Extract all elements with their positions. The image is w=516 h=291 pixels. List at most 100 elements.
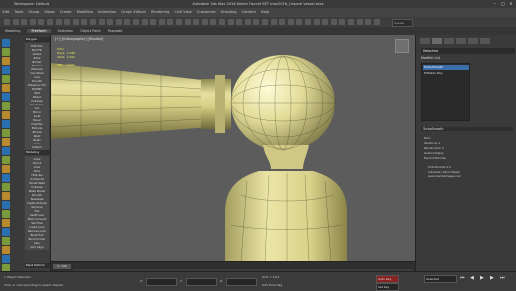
- menu-item[interactable]: Create: [60, 10, 72, 14]
- display-tab-icon[interactable]: [468, 38, 478, 44]
- selection-set-dropdown[interactable]: Create Selection Se: [392, 19, 413, 37]
- toolbar-tool-icon[interactable]: [322, 19, 329, 25]
- command-icon[interactable]: [2, 48, 10, 56]
- prev-frame-icon[interactable]: ◀: [470, 275, 474, 281]
- toolbar-tool-icon[interactable]: [305, 19, 311, 25]
- command-icon[interactable]: [2, 219, 10, 227]
- menu-item[interactable]: Help: [261, 10, 269, 14]
- toolbar-tool-icon[interactable]: [219, 19, 225, 25]
- menu-item[interactable]: Rendering: [151, 10, 169, 14]
- auto-key-button[interactable]: Auto Key: [376, 275, 399, 283]
- toolbar-tool-icon[interactable]: [193, 19, 200, 25]
- hierarchy-tab-icon[interactable]: [444, 38, 454, 44]
- toolbar-tool-icon[interactable]: [373, 19, 380, 25]
- key-filter-dropdown[interactable]: Selected: [424, 275, 457, 283]
- time-slider[interactable]: 0 / 100: [53, 264, 71, 269]
- toolbar-tool-icon[interactable]: [47, 19, 53, 25]
- toolbar-tool-icon[interactable]: [167, 19, 174, 25]
- toolbar-tool-icon[interactable]: [124, 19, 131, 25]
- toolbar-tool-icon[interactable]: [150, 19, 157, 25]
- toolbar-tool-icon[interactable]: [29, 19, 36, 25]
- toolbar-tool-icon[interactable]: [64, 19, 71, 25]
- command-icon[interactable]: [2, 165, 10, 173]
- menu-item[interactable]: Animation: [98, 10, 116, 14]
- param-row[interactable]: Render Iters: 0: [424, 146, 444, 150]
- command-icon[interactable]: [2, 210, 10, 218]
- object-name-field[interactable]: Detached: [421, 48, 515, 54]
- param-row[interactable]: Isoline Display: [424, 151, 443, 155]
- close-icon[interactable]: ✕: [508, 1, 514, 6]
- command-icon[interactable]: [2, 255, 10, 263]
- command-icon[interactable]: [2, 129, 10, 137]
- command-icon[interactable]: [2, 228, 10, 236]
- command-icon[interactable]: [2, 102, 10, 110]
- utilities-tab-icon[interactable]: [480, 38, 490, 44]
- menu-item[interactable]: Modifiers: [77, 10, 93, 14]
- toolbar-tool-icon[interactable]: [270, 19, 277, 25]
- command-icon[interactable]: [2, 156, 10, 164]
- toolbar-tool-icon[interactable]: [227, 19, 234, 25]
- toolbar-tool-icon[interactable]: [107, 19, 114, 25]
- command-icon[interactable]: [2, 183, 10, 191]
- add-time-tag-button[interactable]: Add Time Tag: [262, 283, 282, 287]
- toolbar-tool-icon[interactable]: [72, 19, 79, 25]
- command-icon[interactable]: [2, 201, 10, 209]
- maximize-icon[interactable]: □: [500, 1, 506, 6]
- modifier-stack-item[interactable]: TurboSmooth: [423, 65, 469, 70]
- toolbar-tool-icon[interactable]: [330, 19, 337, 25]
- panel-header[interactable]: Modeling: [25, 150, 50, 156]
- menu-item[interactable]: Customize: [197, 10, 216, 14]
- toolbar-tool-icon[interactable]: [158, 19, 165, 25]
- ribbon-tab[interactable]: Modeling: [5, 29, 20, 33]
- toolbar-tool-icon[interactable]: [348, 19, 354, 25]
- command-icon[interactable]: [2, 246, 10, 254]
- param-row[interactable]: Iterations: 1: [424, 141, 440, 145]
- toolbar-tool-icon[interactable]: [141, 19, 148, 25]
- command-icon[interactable]: [2, 147, 10, 155]
- next-frame-icon[interactable]: ▶: [490, 275, 494, 281]
- command-icon[interactable]: [2, 138, 10, 146]
- toolbar-tool-icon[interactable]: [262, 19, 268, 25]
- ribbon-tab[interactable]: Object Paint: [80, 29, 101, 33]
- toolbar-tool-icon[interactable]: [365, 19, 372, 25]
- toolbar-tool-icon[interactable]: [176, 19, 182, 25]
- modifier-stack[interactable]: TurboSmooth Editable Poly: [421, 63, 470, 121]
- modeling-tool-button[interactable]: Grid Align: [25, 244, 49, 251]
- toolbar-tool-icon[interactable]: [184, 19, 191, 25]
- menu-item[interactable]: Scripting: [221, 10, 237, 14]
- modify-tab-icon[interactable]: [432, 38, 442, 44]
- toolbar-tool-icon[interactable]: [287, 19, 294, 25]
- ribbon-tab[interactable]: Populate: [108, 29, 123, 33]
- toolbar-tool-icon[interactable]: [201, 19, 208, 25]
- toolbar-tool-icon[interactable]: [279, 19, 286, 25]
- toolbar-tool-icon[interactable]: [115, 19, 122, 25]
- toolbar-tool-icon[interactable]: [21, 19, 28, 25]
- menu-item[interactable]: Tools: [14, 10, 23, 14]
- menu-item[interactable]: Content: [242, 10, 256, 14]
- create-tab-icon[interactable]: [420, 38, 430, 44]
- toolbar-tool-icon[interactable]: [253, 19, 260, 25]
- toolbar-tool-icon[interactable]: [356, 19, 363, 25]
- toolbar-tool-icon[interactable]: [12, 19, 19, 25]
- toolbar-tool-icon[interactable]: [4, 19, 10, 25]
- toolbar-tool-icon[interactable]: [313, 19, 320, 25]
- command-icon[interactable]: [2, 192, 10, 200]
- toolbar-tool-icon[interactable]: [339, 19, 346, 25]
- motion-tab-icon[interactable]: [456, 38, 466, 44]
- toolbar-tool-icon[interactable]: [38, 19, 45, 25]
- minimize-icon[interactable]: –: [492, 1, 498, 6]
- ribbon-tab[interactable]: Freeform: [27, 29, 51, 33]
- command-icon[interactable]: [2, 66, 10, 74]
- toolbar-tool-icon[interactable]: [296, 19, 303, 25]
- command-icon[interactable]: [2, 75, 10, 83]
- menu-item[interactable]: Edit: [3, 10, 10, 14]
- toolbar-tool-icon[interactable]: [210, 19, 217, 25]
- command-icon[interactable]: [2, 174, 10, 182]
- param-row[interactable]: Explicit Normals: [424, 156, 446, 160]
- modifier-list-dropdown[interactable]: Modifier List: [421, 56, 440, 60]
- viewport[interactable]: [+] [Orthographic] [Shaded] Total Polys: …: [51, 35, 415, 261]
- command-icon[interactable]: [2, 84, 10, 92]
- go-to-start-icon[interactable]: ⏮: [460, 275, 465, 281]
- x-coordinate-field[interactable]: [146, 278, 177, 286]
- toolbar-tool-icon[interactable]: [98, 19, 105, 25]
